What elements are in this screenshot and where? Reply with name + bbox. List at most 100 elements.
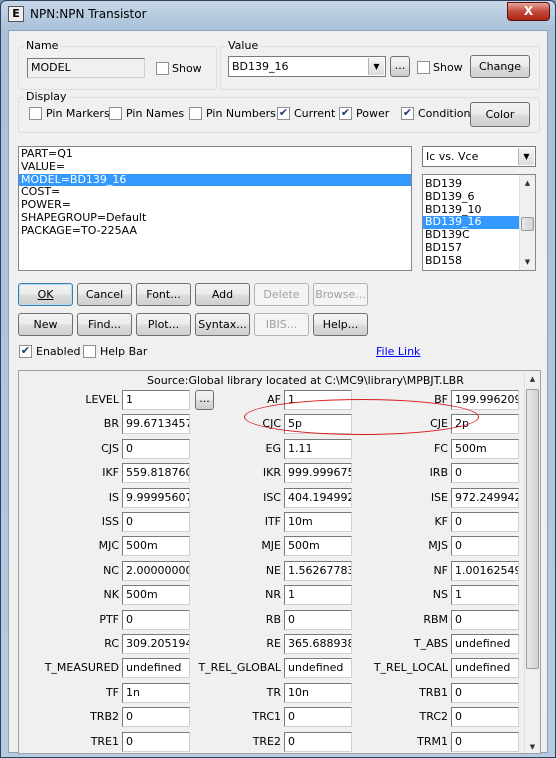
- find-button[interactable]: Find...: [77, 313, 132, 336]
- param-value-field[interactable]: 0: [451, 609, 519, 630]
- parameters-scrollbar[interactable]: ▲ ▼: [524, 371, 540, 753]
- param-value-field[interactable]: 1.001625491: [451, 560, 519, 581]
- param-value-field[interactable]: 10n: [284, 682, 352, 703]
- attributes-list[interactable]: PART=Q1 VALUE= MODEL=BD139_16 COST= POWER= SH…: [18, 146, 412, 271]
- model-list-scrollbar[interactable]: ▲ ▼: [519, 175, 535, 270]
- ok-button[interactable]: OK: [18, 283, 73, 306]
- param-value-field[interactable]: 0: [284, 609, 352, 630]
- scroll-down-icon[interactable]: ▼: [525, 739, 540, 753]
- power-checkbox[interactable]: [339, 107, 352, 120]
- param-value-field[interactable]: 0: [122, 731, 190, 752]
- scroll-up-icon[interactable]: ▲: [525, 371, 540, 387]
- param-value-field[interactable]: 1: [284, 390, 352, 410]
- cancel-button[interactable]: Cancel: [77, 283, 132, 306]
- param-value-field[interactable]: 99.67134577: [122, 414, 190, 435]
- font-button[interactable]: Font...: [136, 283, 191, 306]
- param-value-field[interactable]: 0: [451, 512, 519, 532]
- param-value-field[interactable]: 972.2499420: [451, 487, 519, 508]
- scroll-up-icon[interactable]: ▲: [520, 175, 535, 191]
- param-value-field[interactable]: 1: [284, 585, 352, 606]
- model-list-item[interactable]: BD139_6: [423, 190, 519, 204]
- level-ellipsis-button[interactable]: ...: [195, 390, 214, 410]
- pin-names-checkbox[interactable]: [109, 107, 122, 120]
- param-value-field[interactable]: 0: [451, 707, 519, 728]
- param-value-field[interactable]: 1.562677837: [284, 560, 352, 581]
- attribute-item[interactable]: PART=Q1: [19, 148, 411, 161]
- value-show-checkbox[interactable]: [417, 61, 430, 74]
- scroll-down-icon[interactable]: ▼: [520, 254, 535, 270]
- param-value-field[interactable]: 1n: [122, 682, 190, 703]
- param-value-field[interactable]: 365.6889381: [284, 634, 352, 654]
- param-value-field[interactable]: 999.9996756: [284, 463, 352, 484]
- param-value-field[interactable]: 0: [451, 731, 519, 752]
- model-list[interactable]: BD139 BD139_6 BD139_10 BD139_16 BD139C BD157 B…: [422, 174, 536, 271]
- attribute-item[interactable]: PACKAGE=TO-225AA: [19, 224, 411, 238]
- model-list-item[interactable]: BD158: [423, 254, 519, 268]
- name-show-checkbox[interactable]: [156, 62, 169, 75]
- attribute-item[interactable]: VALUE=: [19, 160, 411, 174]
- param-value-field[interactable]: 0: [451, 463, 519, 484]
- param-value-field[interactable]: 0: [451, 536, 519, 557]
- param-value-field[interactable]: 10m: [284, 512, 352, 532]
- param-value-field[interactable]: undefined: [451, 634, 519, 654]
- param-value-field[interactable]: undefined: [284, 658, 352, 679]
- ibis-button[interactable]: IBIS...: [254, 313, 309, 336]
- scroll-thumb[interactable]: [521, 217, 534, 231]
- param-value-field[interactable]: undefined: [451, 658, 519, 679]
- param-value-field[interactable]: 500m: [284, 536, 352, 557]
- param-value-field[interactable]: 0: [122, 707, 190, 728]
- attribute-item[interactable]: COST=: [19, 186, 411, 199]
- name-field[interactable]: MODEL: [27, 58, 145, 78]
- param-value-field[interactable]: 2.000000001: [122, 560, 190, 581]
- attribute-item[interactable]: SHAPEGROUP=Default: [19, 212, 411, 225]
- chevron-down-icon[interactable]: ▼: [368, 58, 384, 75]
- param-value-field[interactable]: 1.11: [284, 438, 352, 459]
- param-value-field[interactable]: 1: [122, 390, 190, 410]
- browse-button[interactable]: Browse...: [313, 283, 368, 306]
- param-value-field[interactable]: 0: [122, 609, 190, 630]
- value-ellipsis-button[interactable]: ...: [390, 56, 410, 77]
- value-combobox[interactable]: BD139_16 ▼: [228, 56, 386, 77]
- title-bar[interactable]: E NPN:NPN Transistor X: [1, 1, 555, 29]
- syntax-button[interactable]: Syntax...: [195, 313, 250, 336]
- delete-button[interactable]: Delete: [254, 283, 309, 306]
- param-value-field[interactable]: 5p: [284, 414, 352, 435]
- attribute-item[interactable]: MODEL=BD139_16: [19, 173, 411, 187]
- new-button[interactable]: New: [18, 313, 73, 336]
- param-value-field[interactable]: 500m: [122, 585, 190, 606]
- param-value-field[interactable]: 9.999956070: [122, 487, 190, 508]
- param-value-field[interactable]: 1: [451, 585, 519, 606]
- model-list-item[interactable]: BD139: [423, 178, 519, 191]
- param-value-field[interactable]: 500m: [451, 438, 519, 459]
- param-value-field[interactable]: 0: [284, 707, 352, 728]
- help-button[interactable]: Help...: [313, 313, 368, 336]
- param-label: FC: [433, 441, 448, 455]
- param-value-field[interactable]: 0: [122, 512, 190, 532]
- plot-button[interactable]: Plot...: [136, 313, 191, 336]
- param-value-field[interactable]: 500m: [122, 536, 190, 557]
- pin-numbers-checkbox[interactable]: [189, 107, 202, 120]
- param-value-field[interactable]: 404.1949927: [284, 487, 352, 508]
- param-value-field[interactable]: 199.9962099: [451, 390, 519, 410]
- plot-type-combobox[interactable]: Ic vs. Vce ▼: [422, 146, 536, 167]
- current-checkbox[interactable]: [277, 107, 290, 120]
- model-list-item[interactable]: BD157: [423, 242, 519, 255]
- file-link[interactable]: File Link: [376, 345, 420, 358]
- param-value-field[interactable]: 0: [122, 438, 190, 459]
- color-button[interactable]: Color: [470, 102, 530, 127]
- param-value-field[interactable]: undefined: [122, 658, 190, 679]
- param-value-field[interactable]: 0: [284, 731, 352, 752]
- param-value-field[interactable]: 2p: [451, 414, 519, 435]
- help-bar-checkbox[interactable]: [83, 345, 96, 358]
- close-button[interactable]: X: [507, 2, 550, 21]
- pin-markers-checkbox[interactable]: [29, 107, 42, 120]
- enabled-checkbox[interactable]: [19, 345, 32, 358]
- scroll-thumb[interactable]: [526, 389, 539, 669]
- change-button[interactable]: Change: [470, 55, 530, 78]
- param-value-field[interactable]: 0: [451, 682, 519, 703]
- chevron-down-icon[interactable]: ▼: [518, 148, 534, 165]
- condition-checkbox[interactable]: [401, 107, 414, 120]
- param-value-field[interactable]: 309.2051943: [122, 634, 190, 654]
- param-value-field[interactable]: 559.8187602: [122, 463, 190, 484]
- add-button[interactable]: Add: [195, 283, 250, 306]
